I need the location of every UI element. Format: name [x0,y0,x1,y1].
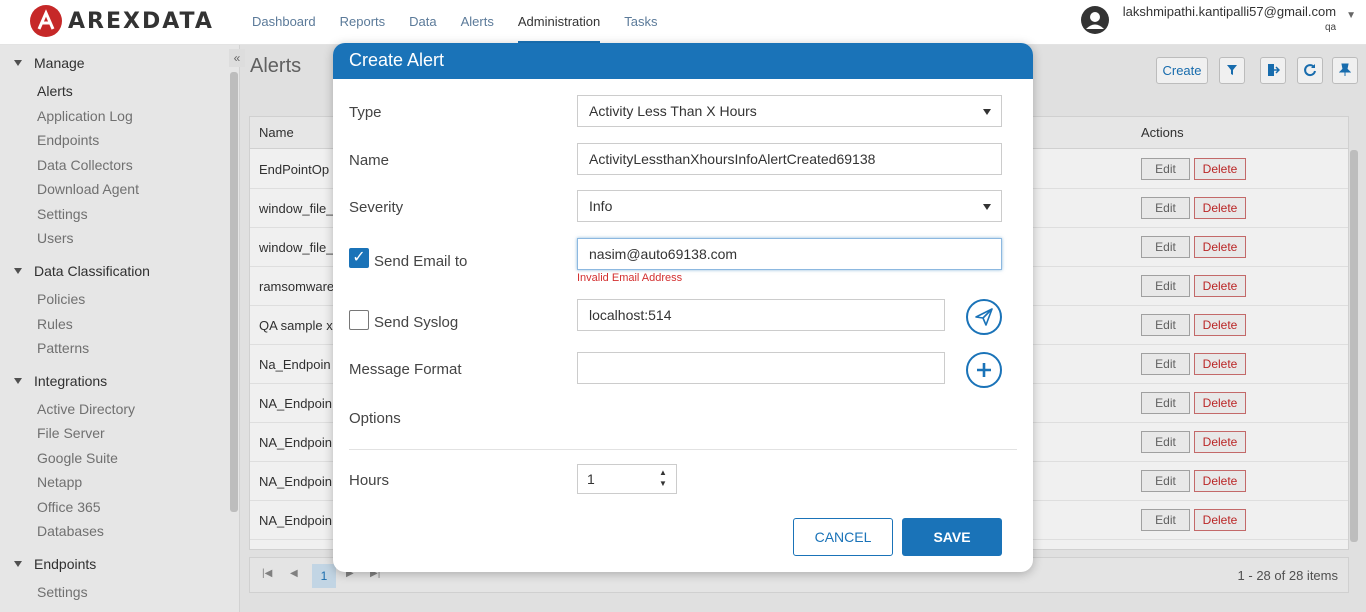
nav-alerts[interactable]: Alerts [461,0,494,43]
send-syslog-label: Send Syslog [374,314,459,331]
increment-icon[interactable]: ▲ [654,467,672,478]
syslog-input[interactable]: localhost:514 [577,299,945,331]
severity-label: Severity [349,199,404,216]
severity-select[interactable]: Info [577,190,1002,222]
user-avatar-icon [1080,6,1109,34]
collapse-sidebar-icon[interactable]: « [229,49,245,67]
nav-reports[interactable]: Reports [340,0,386,43]
logo-text: AREXDATA [68,8,214,34]
message-format-label: Message Format [349,361,462,378]
name-label: Name [349,152,390,169]
hours-value: 1 [587,471,595,487]
chevron-down-icon[interactable]: ▼ [1346,10,1356,21]
cancel-button[interactable]: CANCEL [793,518,893,556]
paper-plane-icon [975,308,993,326]
send-test-syslog-button[interactable] [966,299,1002,335]
user-menu[interactable]: lakshmipathi.kantipalli57@gmail.com qa ▼ [1080,4,1356,36]
nav-administration[interactable]: Administration [517,0,601,43]
chevron-down-icon [983,109,991,115]
email-input[interactable]: nasim@auto69138.com [577,238,1002,270]
top-bar: AREXDATA Dashboard Reports Data Alerts A… [0,0,1366,45]
message-format-input[interactable] [577,352,945,384]
logo-mark-icon [30,5,62,37]
hours-stepper[interactable]: 1 ▲ ▼ [577,464,677,494]
nav-tasks[interactable]: Tasks [624,0,657,43]
hours-label: Hours [349,472,390,489]
plus-icon [977,363,991,377]
add-message-format-button[interactable] [966,352,1002,388]
type-label: Type [349,104,382,121]
options-divider [349,449,1017,450]
decrement-icon[interactable]: ▼ [654,478,672,489]
user-role: qa [1324,22,1337,33]
nav-data[interactable]: Data [409,0,436,43]
save-button[interactable]: SAVE [902,518,1002,556]
type-select[interactable]: Activity Less Than X Hours [577,95,1002,127]
nav-dashboard[interactable]: Dashboard [252,0,316,43]
stepper-arrows[interactable]: ▲ ▼ [654,467,672,491]
email-error-message: Invalid Email Address [577,272,683,284]
options-label: Options [349,410,401,427]
create-alert-modal: Create Alert Type Activity Less Than X H… [333,43,1033,572]
user-email: lakshmipathi.kantipalli57@gmail.com [1122,4,1337,19]
arexdata-logo[interactable]: AREXDATA [30,5,214,37]
name-input[interactable]: ActivityLessthanXhoursInfoAlertCreated69… [577,143,1002,175]
modal-title: Create Alert [333,43,1033,79]
send-syslog-checkbox[interactable] [349,310,369,330]
send-email-checkbox[interactable]: ✓ [349,248,369,268]
severity-select-value: Info [589,198,613,214]
send-email-label: Send Email to [374,253,468,270]
chevron-down-icon [983,204,991,210]
main-nav: Dashboard Reports Data Alerts Administra… [252,0,681,45]
type-select-value: Activity Less Than X Hours [589,103,757,119]
